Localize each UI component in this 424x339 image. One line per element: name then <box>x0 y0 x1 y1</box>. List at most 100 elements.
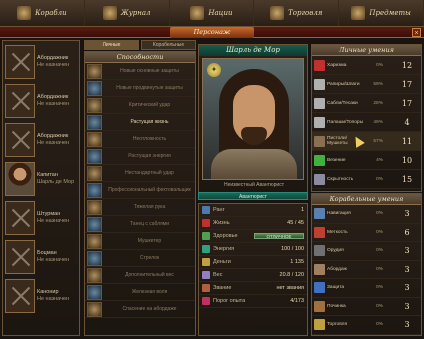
skill-label: Абордаж <box>327 266 347 272</box>
skill-icon <box>314 263 325 275</box>
ability-row[interactable]: Дополнительный вес <box>85 267 195 284</box>
officer-slot[interactable]: Абордажник Не назначен <box>5 122 77 158</box>
skill-value: 17 <box>401 79 413 89</box>
skill-value: 3 <box>404 246 410 256</box>
ability-row[interactable]: Растущая жизнь <box>85 114 195 131</box>
ability-icon <box>87 165 102 181</box>
ability-row[interactable]: Железная воля <box>85 284 195 301</box>
skill-value: 3 <box>404 283 410 293</box>
ability-row[interactable]: Стрелок <box>85 250 195 267</box>
ability-row[interactable]: Критический удар <box>85 97 195 114</box>
skill-label: Палаши/Топоры <box>327 119 364 125</box>
hero-title: Неизвестный Авантюрист <box>223 182 285 188</box>
skill-row[interactable]: Палаши/Топоры 49% 4 <box>312 113 421 132</box>
skill-percent: 0% <box>376 62 383 68</box>
ability-row[interactable]: Новые основные защиты <box>85 63 195 80</box>
skill-row[interactable]: Торговля 0% 3 <box>312 316 421 335</box>
skill-icon <box>314 319 325 331</box>
nav-label: Корабли <box>35 9 67 17</box>
ability-icon <box>87 148 102 164</box>
skill-row[interactable]: Починка 0% 3 <box>312 298 421 316</box>
ability-row[interactable]: Нестандартный удар <box>85 165 195 182</box>
ability-row[interactable]: Растущая энергия <box>85 148 195 165</box>
tab-personal[interactable]: Личные <box>84 40 139 50</box>
officer-slot[interactable]: Штурман Не назначен <box>5 200 77 236</box>
officer-status: Шарль де Мор <box>37 179 75 185</box>
skill-value: 12 <box>401 60 413 70</box>
skill-row[interactable]: Пистоли/Мушкеты 57% 11 <box>312 132 421 151</box>
ability-label: Дополнительный вес <box>125 272 174 278</box>
skill-row[interactable]: Навигация 0% 3 <box>312 205 421 224</box>
officer-role: Штурман <box>37 211 61 217</box>
ability-icon <box>87 250 102 266</box>
stat-icon <box>202 297 210 305</box>
skill-percent: 0% <box>376 266 383 272</box>
officer-slot[interactable]: Капитан Шарль де Мор <box>5 161 77 197</box>
ability-row[interactable]: Неотложность <box>85 131 195 148</box>
officer-name: Боцман Не назначен <box>35 250 69 264</box>
close-button[interactable]: × <box>412 28 421 37</box>
ability-row[interactable]: Новые продвинутые защиты <box>85 80 195 97</box>
skill-label: Харизма <box>327 62 347 68</box>
skill-row[interactable]: Сабли/Тесаки 28% 17 <box>312 94 421 113</box>
window-title: Персонаж <box>170 27 254 38</box>
stat-label: Энергия <box>213 246 235 252</box>
ability-icon <box>87 131 102 147</box>
skill-percent: 49% <box>373 119 383 125</box>
skill-label: Орудия <box>327 248 344 254</box>
hero-type[interactable]: Авантюрист <box>198 192 308 200</box>
officer-role: Боцман <box>37 250 57 256</box>
skill-row[interactable]: Харизма 0% 12 <box>312 56 421 75</box>
ability-label: Тяжелая рука <box>133 204 166 210</box>
nav-items[interactable]: Предметы <box>339 0 424 26</box>
ability-icon <box>87 216 102 232</box>
stat-icon <box>202 232 210 240</box>
empty-slot-icon <box>5 240 35 274</box>
ability-row[interactable]: Профессиональный фехтовальщик <box>85 182 195 199</box>
officer-slot[interactable]: Абордажник Не назначен <box>5 83 77 119</box>
officer-role: Канонир <box>37 289 59 295</box>
skill-row[interactable]: Орудия 0% 3 <box>312 242 421 261</box>
skill-icon <box>314 245 325 257</box>
skill-row[interactable]: Меткость 0% 6 <box>312 224 421 242</box>
skill-icon <box>314 59 325 71</box>
trade-icon <box>270 6 285 20</box>
officer-portrait <box>5 162 35 196</box>
skill-value: 3 <box>404 209 410 219</box>
nav-ships[interactable]: Корабли <box>0 0 85 26</box>
skill-row[interactable]: Абордаж 0% 3 <box>312 261 421 279</box>
stat-label: Ранг <box>213 207 225 213</box>
skill-value: 6 <box>404 227 410 237</box>
ability-icon <box>87 63 102 79</box>
skill-row[interactable]: Рапиры/Шпаги 59% 17 <box>312 75 421 94</box>
nav-trade[interactable]: Торговля <box>254 0 340 26</box>
ability-row[interactable]: Спасение на абордаже <box>85 301 195 318</box>
skill-row[interactable]: Везение 4% 10 <box>312 151 421 170</box>
empty-slot-icon <box>5 279 35 313</box>
ability-row[interactable]: Тяжелая рука <box>85 199 195 216</box>
skill-percent: 4% <box>376 157 383 163</box>
ability-label: Мушкетер <box>137 238 162 244</box>
officer-slot[interactable]: Канонир Не назначен <box>5 278 77 314</box>
medal-icon[interactable]: ✦ <box>207 63 221 77</box>
ability-row[interactable]: Мушкетер <box>85 233 195 250</box>
stat-value: 4/173 <box>290 298 304 304</box>
skill-icon <box>314 173 325 185</box>
officer-slot[interactable]: Боцман Не назначен <box>5 239 77 275</box>
skill-row[interactable]: Защита 0% 3 <box>312 279 421 298</box>
skill-row[interactable]: Скрытность 0% 15 <box>312 170 421 189</box>
skill-icon <box>314 135 325 147</box>
officer-status: Не назначен <box>37 218 70 224</box>
nav-nations[interactable]: Нации <box>170 0 255 26</box>
ability-row[interactable]: Танец с саблями <box>85 216 195 233</box>
officer-slot[interactable]: Абордажник Не назначен <box>5 44 77 80</box>
stat-row: Здоровье ОТЛИЧНОЕ <box>199 230 307 243</box>
officer-name: Канонир Не назначен <box>35 289 69 303</box>
ability-icon <box>87 80 102 96</box>
ability-label: Нестандартный удар <box>125 170 174 176</box>
nav-journal[interactable]: Журнал <box>85 0 170 26</box>
nations-icon <box>190 6 205 20</box>
hero-name: Шарль де Мор <box>199 45 307 56</box>
empty-slot-icon <box>5 123 35 157</box>
tab-ship[interactable]: Корабельные <box>141 40 196 50</box>
